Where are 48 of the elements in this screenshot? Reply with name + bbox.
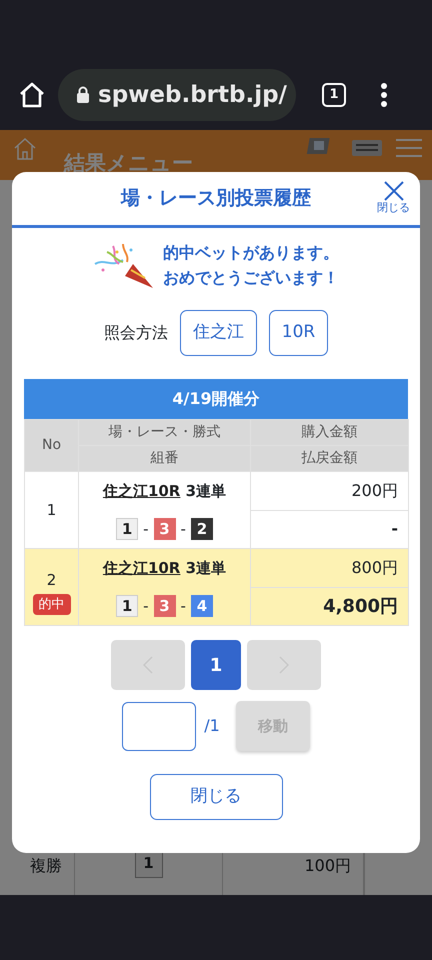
- number-box: 3: [154, 595, 176, 617]
- hit-badge: 的中: [32, 594, 70, 615]
- query-button[interactable]: 住之江: [180, 310, 257, 356]
- column-header: 払戻金額: [250, 446, 408, 472]
- query-label: 照会方法: [104, 322, 168, 344]
- separator: -: [143, 596, 148, 617]
- number-box: 4: [190, 595, 213, 617]
- party-popper-icon: [93, 242, 155, 288]
- column-header: No: [24, 420, 78, 472]
- congrats-text: 的中ベットがあります。: [163, 242, 339, 264]
- column-header: 場・レース・勝式: [78, 420, 250, 446]
- number-box: 1: [116, 518, 138, 540]
- row-number: 1: [46, 500, 58, 521]
- date-header: 4/19開催分: [24, 379, 408, 419]
- lock-icon: [76, 86, 90, 104]
- bet-type: 複勝: [30, 855, 62, 877]
- race-link[interactable]: 住之江10R: [102, 482, 180, 500]
- race-label: 住之江10R 3連単: [102, 480, 226, 502]
- tab-count-button[interactable]: 1: [322, 83, 346, 107]
- amount: 100円: [304, 855, 351, 877]
- url-bar[interactable]: spweb.brtb.jp/: [58, 69, 296, 121]
- number-box: 2: [190, 518, 213, 540]
- close-button[interactable]: 閉じる: [150, 774, 282, 820]
- page-total: /1: [204, 715, 220, 737]
- home-icon[interactable]: [18, 81, 46, 109]
- close-icon: [382, 180, 404, 202]
- number-box: 3: [154, 518, 176, 540]
- purchase-amount: 800円: [250, 548, 408, 587]
- page-input[interactable]: [122, 702, 196, 750]
- url-text: spweb.brtb.jp/: [98, 80, 287, 110]
- separator: -: [180, 596, 186, 617]
- column-header: 組番: [78, 446, 250, 472]
- page-button[interactable]: 1: [191, 640, 241, 690]
- more-icon[interactable]: [380, 82, 388, 108]
- row-number: 2: [46, 570, 58, 591]
- separator: -: [143, 518, 148, 540]
- number-box: 1: [116, 595, 138, 617]
- close-button[interactable]: 閉じる: [377, 180, 410, 214]
- modal-title: 場・レース別投票履歴: [121, 186, 311, 212]
- column-header: 購入金額: [250, 420, 408, 446]
- race-label: 住之江10R 3連単: [102, 558, 226, 579]
- query-button[interactable]: 10R: [268, 310, 328, 356]
- race-link[interactable]: 住之江10R: [102, 558, 180, 577]
- congrats-text: おめでとうございます！: [163, 267, 339, 289]
- page-title: 結果メニュー: [64, 150, 194, 177]
- separator: -: [180, 518, 186, 540]
- payout-amount: 4,800円: [250, 587, 408, 626]
- purchase-amount: 200円: [250, 472, 408, 510]
